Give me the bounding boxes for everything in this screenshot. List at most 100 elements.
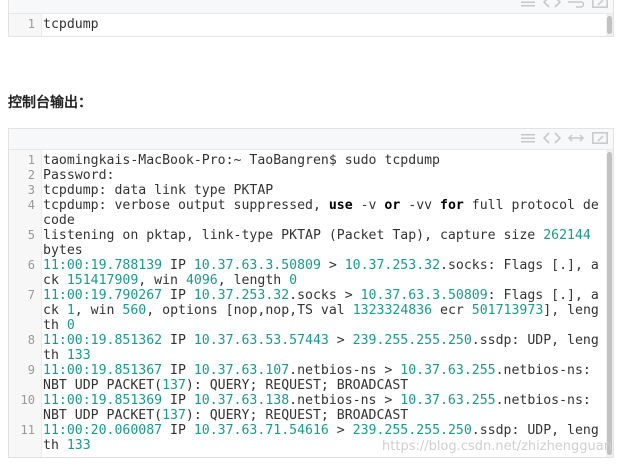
line-number: 8	[27, 333, 35, 347]
line-number: 11	[20, 423, 35, 437]
code-line: 5 listening on pktap, link-type PKTAP (Pa…	[9, 228, 613, 258]
code-line: 1 tcpdump	[9, 17, 613, 32]
text-token: >	[328, 423, 353, 438]
text-token: , options [nop,nop,TS val	[146, 303, 353, 318]
text-token: .netbios-ns >	[289, 393, 401, 408]
code-text: 11:00:19.851369 IP 10.37.63.138.netbios-…	[41, 393, 603, 423]
text-token: IP	[162, 333, 194, 348]
number-token: 133	[66, 348, 91, 363]
code-line: 9 11:00:19.851367 IP 10.37.63.107.netbios…	[9, 363, 613, 393]
number-token: 1	[66, 303, 75, 318]
text-token: >	[328, 333, 353, 348]
number-token: 4096	[185, 273, 218, 288]
code-body: 1 tcpdump	[9, 14, 613, 36]
text-token: -v	[352, 198, 385, 213]
code-text: tcpdump	[41, 17, 603, 32]
text-token: IP	[162, 258, 194, 273]
text-token: IP	[162, 288, 194, 303]
number-token: 11:00:19.851369	[43, 393, 163, 408]
code-text: listening on pktap, link-type PKTAP (Pac…	[41, 228, 603, 258]
number-token: 11:00:19.851367	[43, 363, 163, 378]
text-token: taomingkais-MacBook-Pro:~ TaoBangren$ su…	[43, 153, 440, 168]
line-number: 1	[27, 153, 35, 167]
code-line: 4 tcpdump: verbose output suppressed, use…	[9, 198, 613, 228]
number-token: 11:00:19.788139	[43, 258, 163, 273]
keyword-token: or	[384, 198, 401, 213]
line-number: 2	[27, 168, 35, 182]
code-toolbar	[9, 129, 613, 150]
code-text: 11:00:19.851367 IP 10.37.63.107.netbios-…	[41, 363, 603, 393]
number-token: 239.255.255.250	[352, 333, 472, 348]
text-token: tcpdump	[43, 17, 99, 32]
keyword-token: use	[328, 198, 353, 213]
number-token: 11:00:19.790267	[43, 288, 163, 303]
number-token: 10.37.253.32	[344, 258, 441, 273]
code-line: 7 11:00:19.790267 IP 10.37.253.32.socks >…	[9, 288, 613, 333]
text-token: ): QUERY; REQUEST; BROADCAST	[185, 408, 409, 423]
text-token: ecr	[432, 303, 472, 318]
code-body: 1 taomingkais-MacBook-Pro:~ TaoBangren$ s…	[9, 150, 613, 457]
number-token: 1323324836	[352, 303, 433, 318]
code-text: Password:	[41, 168, 603, 183]
number-token: 137	[162, 408, 186, 423]
menu-icon[interactable]	[519, 131, 537, 145]
menu-icon[interactable]	[519, 0, 537, 9]
code-line: 3 tcpdump: data link type PKTAP	[9, 183, 613, 198]
number-token: 262144	[543, 228, 591, 243]
text-token: Password:	[43, 168, 115, 183]
line-number: 1	[27, 17, 35, 31]
text-token: , win	[138, 273, 186, 288]
resize-horizontal-icon[interactable]	[567, 131, 585, 145]
code-text: 11:00:19.788139 IP 10.37.63.3.50809 > 10…	[41, 258, 603, 288]
text-token: IP	[162, 423, 194, 438]
number-token: 11:00:19.851362	[43, 333, 163, 348]
number-token: 10.37.63.53.57443	[193, 333, 329, 348]
line-number: 9	[27, 363, 35, 377]
code-text: 11:00:19.851362 IP 10.37.63.53.57443 > 2…	[41, 333, 603, 363]
code-line: 1 taomingkais-MacBook-Pro:~ TaoBangren$ s…	[9, 153, 613, 168]
code-text: tcpdump: verbose output suppressed, use …	[41, 198, 603, 228]
number-token: 560	[122, 303, 147, 318]
expand-icon[interactable]	[591, 131, 609, 145]
text-token: IP	[162, 363, 194, 378]
expand-icon[interactable]	[591, 0, 609, 9]
number-token: 10.37.63.3.50809	[193, 258, 321, 273]
keyword-token: for	[440, 198, 464, 213]
text-token: , win	[74, 303, 123, 318]
code-icon[interactable]	[543, 131, 561, 145]
number-token: 239.255.255.250	[352, 423, 472, 438]
line-number: 5	[27, 228, 35, 242]
code-text: 11:00:19.790267 IP 10.37.253.32.socks > …	[41, 288, 603, 333]
line-number: 7	[27, 288, 35, 302]
code-line: 6 11:00:19.788139 IP 10.37.63.3.50809 > 1…	[9, 258, 613, 288]
wrap-icon[interactable]	[567, 0, 585, 9]
number-token: 0	[289, 273, 298, 288]
number-token: 137	[162, 378, 186, 393]
watermark: https://blog.csdn.net/zhizhengguan	[382, 439, 612, 454]
number-token: 151417909	[66, 273, 139, 288]
line-number: 10	[20, 393, 35, 407]
code-line: 10 11:00:19.851369 IP 10.37.63.138.netbio…	[9, 393, 613, 423]
text-token: .netbios-ns >	[289, 363, 401, 378]
section-heading: 控制台输出：	[8, 95, 92, 111]
text-token: IP	[162, 393, 194, 408]
number-token: 133	[66, 438, 91, 453]
line-number: 6	[27, 258, 35, 272]
code-text: taomingkais-MacBook-Pro:~ TaoBangren$ su…	[41, 153, 603, 168]
number-token: 10.37.63.71.54616	[193, 423, 329, 438]
text-token: -vv	[400, 198, 441, 213]
number-token: 501713973	[471, 303, 544, 318]
number-token: 10.37.253.32	[193, 288, 290, 303]
code-line: 2 Password:	[9, 168, 613, 183]
code-line: 8 11:00:19.851362 IP 10.37.63.53.57443 > …	[9, 333, 613, 363]
number-token: 10.37.63.107	[193, 363, 290, 378]
number-token: 11:00:20.060087	[43, 423, 163, 438]
code-icon[interactable]	[543, 0, 561, 9]
text-token: , length	[217, 273, 290, 288]
number-token: 10.37.63.138	[193, 393, 290, 408]
number-token: 10.37.63.3.50809	[360, 288, 488, 303]
text-token: .socks >	[289, 288, 361, 303]
line-number: 4	[27, 198, 35, 212]
code-text: tcpdump: data link type PKTAP	[41, 183, 603, 198]
text-token: >	[320, 258, 345, 273]
